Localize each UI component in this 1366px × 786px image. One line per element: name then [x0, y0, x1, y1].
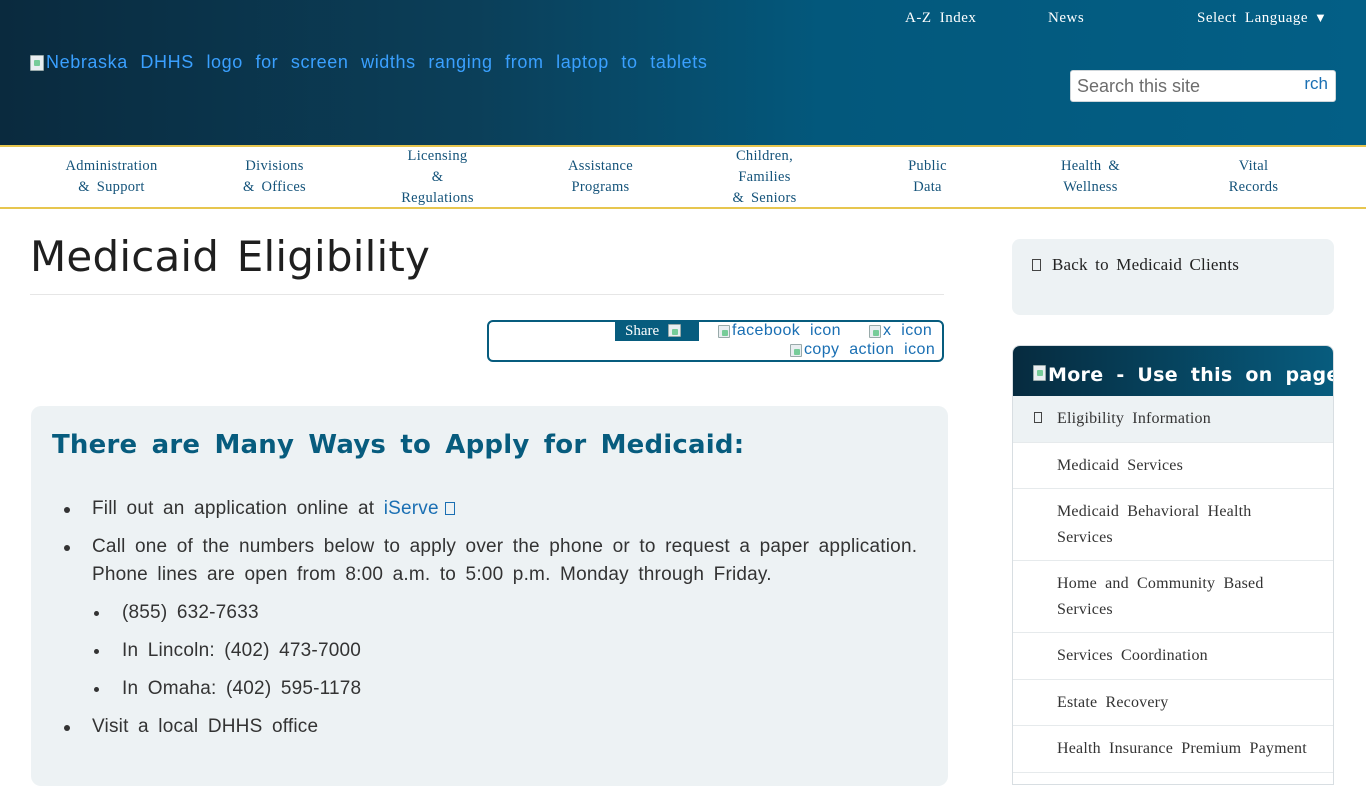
more-icon [1033, 365, 1046, 381]
apply-callout: There are Many Ways to Apply for Medicai… [31, 406, 948, 786]
broken-image-icon [30, 54, 44, 71]
x-icon [869, 324, 881, 338]
list-item: Visit a local DHHS office [31, 713, 921, 741]
apply-methods-list: Fill out an application online at iServe… [31, 495, 921, 751]
nav-administration-support[interactable]: Administration & Support [30, 147, 193, 207]
nav-children-families-seniors[interactable]: Children, Families & Seniors [683, 147, 846, 207]
share-button[interactable]: Share [615, 322, 699, 341]
phone-item: In Omaha: (402) 595-1178 [31, 675, 921, 703]
sidebar-item-services-coordination[interactable]: Services Coordination [1013, 633, 1333, 680]
caret-down-icon: ▼ [1314, 10, 1328, 25]
list-item-text: Fill out an application online at [92, 498, 375, 519]
external-link-icon [444, 502, 455, 515]
x-share-button[interactable]: x icon [869, 322, 932, 340]
list-item: Call one of the numbers below to apply o… [31, 533, 921, 589]
news-link[interactable]: News [1048, 10, 1084, 27]
phone-item: (855) 632-7633 [31, 599, 921, 627]
iserve-link[interactable]: iServe [384, 498, 455, 519]
main-navigation: Administration & Support Divisions & Off… [0, 145, 1366, 209]
phone-item: In Lincoln: (402) 473-7000 [31, 637, 921, 665]
back-label: Back to Medicaid Clients [1052, 255, 1240, 274]
list-item: Fill out an application online at iServe [31, 495, 921, 523]
arrow-left-icon [1032, 259, 1041, 271]
copy-icon [790, 343, 802, 357]
share-bar: Share facebook icon x icon copy action i… [487, 320, 944, 362]
iserve-link-label: iServe [383, 498, 439, 519]
nav-divisions-offices[interactable]: Divisions & Offices [193, 147, 356, 207]
chevron-right-icon [1034, 412, 1042, 423]
sidebar-item-estate-recovery[interactable]: Estate Recovery [1013, 680, 1333, 726]
callout-heading: There are Many Ways to Apply for Medicai… [52, 430, 745, 460]
facebook-share-button[interactable]: facebook icon [718, 322, 841, 340]
copy-alt-text: copy action icon [804, 341, 936, 358]
logo-alt-text: Nebraska DHHS logo for screen widths ran… [46, 52, 708, 72]
sidebar-item-label: Eligibility Information [1057, 410, 1211, 427]
nav-assistance-programs[interactable]: Assistance Programs [519, 147, 682, 207]
sidebar-item-eligibility-information[interactable]: Eligibility Information [1013, 396, 1333, 443]
sidebar-item-medicaid-services[interactable]: Medicaid Services [1013, 443, 1333, 489]
nav-public-data[interactable]: Public Data [846, 147, 1009, 207]
facebook-alt-text: facebook icon [732, 322, 841, 339]
search-form: rch [1070, 70, 1336, 102]
title-divider [30, 294, 944, 295]
sidebar-item-behavioral-health[interactable]: Medicaid Behavioral Health Services [1013, 489, 1333, 561]
language-selector[interactable]: Select Language ▼ [1197, 10, 1327, 27]
a-z-index-link[interactable]: A-Z Index [905, 10, 976, 27]
language-label: Select Language [1197, 10, 1309, 26]
facebook-icon [718, 324, 730, 338]
more-menu: More - Use this on pages as Eligibility … [1012, 345, 1334, 785]
more-heading-text: More - Use this on pages as [1048, 364, 1333, 386]
utility-bar: A-Z Index News Select Language ▼ [0, 0, 1366, 36]
search-button[interactable]: rch [1304, 74, 1328, 94]
more-menu-heading: More - Use this on pages as [1013, 346, 1333, 396]
sidebar-item-hipp[interactable]: Health Insurance Premium Payment [1013, 726, 1333, 773]
nav-licensing-regulations[interactable]: Licensing & Regulations [356, 147, 519, 207]
x-alt-text: x icon [883, 322, 933, 339]
site-header: A-Z Index News Select Language ▼ Nebraska… [0, 0, 1366, 145]
page-title: Medicaid Eligibility [30, 232, 431, 281]
search-input[interactable] [1071, 71, 1301, 101]
share-label: Share [625, 323, 660, 339]
nav-vital-records[interactable]: Vital Records [1172, 147, 1335, 207]
nav-health-wellness[interactable]: Health & Wellness [1009, 147, 1172, 207]
sidebar-item-home-community[interactable]: Home and Community Based Services [1013, 561, 1333, 633]
back-to-medicaid-clients[interactable]: Back to Medicaid Clients [1012, 239, 1334, 315]
copy-link-button[interactable]: copy action icon [790, 341, 935, 359]
dhhs-logo[interactable]: Nebraska DHHS logo for screen widths ran… [30, 52, 707, 73]
share-icon [668, 324, 682, 337]
